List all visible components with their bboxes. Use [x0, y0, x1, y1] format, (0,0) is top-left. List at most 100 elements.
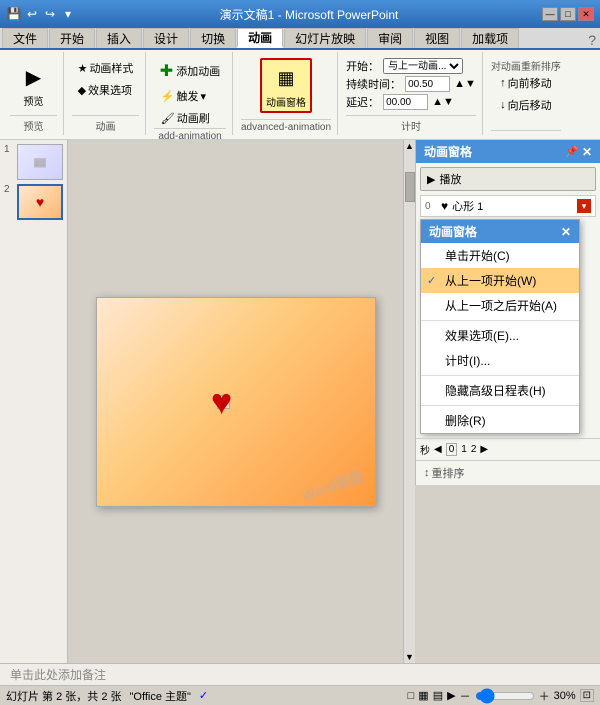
app-window: 💾 ↩ ↪ ▾ 演示文稿1 - Microsoft PowerPoint — □…	[0, 0, 600, 705]
slide-preview-1[interactable]: ▓▓	[17, 144, 63, 180]
reorder-title: 对动画重新排序	[491, 54, 561, 73]
slide-sorter-btn[interactable]: ▦	[418, 689, 428, 702]
content-area: 1 ▓▓ 2 ♥ 0 ♥ Word联盟	[0, 140, 600, 663]
ctx-item-timing[interactable]: 计时(I)...	[421, 348, 579, 373]
reading-view-btn[interactable]: ▤	[433, 689, 443, 702]
anim-item-dropdown-btn[interactable]: ▾	[577, 199, 591, 213]
tab-start[interactable]: 开始	[49, 28, 95, 48]
undo-quick-btn[interactable]: ↩	[24, 6, 40, 22]
add-animation-btn[interactable]: ✚ 添加动画	[157, 58, 223, 84]
arrow-left-icon[interactable]: ◀	[434, 444, 442, 455]
slide-canvas-area: 0 ♥ Word联盟	[68, 140, 403, 663]
tab-view[interactable]: 视图	[414, 28, 460, 48]
duration-input[interactable]	[405, 76, 450, 92]
ctx-label-with-prev: 从上一项开始(W)	[445, 272, 536, 289]
timing-delay-row: 延迟： ▲▼	[346, 94, 476, 110]
anim-panel-header: 动画窗格 📌 ✕	[416, 140, 600, 163]
anim-panel-close-btn[interactable]: ✕	[582, 145, 592, 159]
delay-input[interactable]	[383, 94, 428, 110]
view-controls: □ ▦ ▤ ▶ － ＋ 30% ⊡	[408, 688, 594, 704]
ribbon-group-animation: ★ 动画样式 ◆ 效果选项 动画	[66, 52, 146, 135]
tab-slideshow[interactable]: 幻灯片放映	[284, 28, 366, 48]
tab-design[interactable]: 设计	[143, 28, 189, 48]
scroll-up-btn[interactable]: ▲	[404, 140, 416, 152]
diamond-icon: ◆	[78, 84, 86, 97]
scrollbar-thumb[interactable]	[405, 172, 415, 202]
slide-thumb-2[interactable]: 2 ♥	[4, 184, 63, 220]
maximize-btn[interactable]: □	[560, 7, 576, 21]
help-btn[interactable]: ?	[588, 32, 596, 48]
move-earlier-btn[interactable]: ↑ 向前移动	[496, 73, 556, 93]
ctx-sep-2	[421, 375, 579, 376]
anim-style-btn[interactable]: ★ 动画样式	[74, 58, 138, 78]
fit-slide-btn[interactable]: ⊡	[580, 689, 594, 702]
slide-info: 幻灯片 第 2 张，共 2 张	[6, 688, 122, 704]
ctx-item-after-prev[interactable]: 从上一项之后开始(A)	[421, 293, 579, 318]
delay-label: 延迟：	[346, 94, 379, 110]
ctx-menu-title: 动画窗格	[429, 223, 477, 240]
vertical-scrollbar[interactable]: ▲ ▼	[403, 140, 415, 663]
effect-options-btn[interactable]: ◆ 效果选项	[74, 80, 138, 100]
arrow-right-icon[interactable]: ▶	[480, 444, 488, 455]
save-quick-btn[interactable]: 💾	[6, 6, 22, 22]
notes-placeholder[interactable]: 单击此处添加备注	[10, 666, 106, 683]
reorder-btn[interactable]: ↕ 重排序	[420, 464, 596, 482]
tab-insert[interactable]: 插入	[96, 28, 142, 48]
redo-quick-btn[interactable]: ↪	[42, 6, 58, 22]
anim-panel-body: ▶ 播放 0 ♥ 心形 1 ▾ 动画窗格 ✕	[416, 163, 600, 438]
slide-area: 0 ♥ Word联盟 ▲ ▼	[68, 140, 415, 663]
move-later-btn[interactable]: ↓ 向后移动	[496, 95, 556, 115]
slide-preview-2[interactable]: ♥	[17, 184, 63, 220]
ctx-item-delete[interactable]: 删除(R)	[421, 408, 579, 433]
zoom-slider[interactable]	[475, 690, 535, 702]
anim-item-row: 0 ♥ 心形 1 ▾	[420, 195, 596, 217]
slide-thumb-1[interactable]: 1 ▓▓	[4, 144, 63, 180]
anim-panel-pin-icon[interactable]: 📌	[565, 145, 579, 159]
theme-name: "Office 主题"	[130, 688, 191, 704]
tab-addins[interactable]: 加载项	[461, 28, 519, 48]
tab-animation[interactable]: 动画	[237, 28, 283, 48]
ctx-menu-header: 动画窗格 ✕	[421, 220, 579, 243]
anim-pane-btn[interactable]: ▦ 动画窗格	[260, 58, 312, 113]
sec-label: 秒	[420, 442, 430, 457]
slide-heart: ♥	[211, 381, 232, 423]
slide-canvas: 0 ♥ Word联盟	[96, 297, 376, 507]
ctx-label-timing: 计时(I)...	[445, 352, 490, 369]
ctx-close-btn[interactable]: ✕	[561, 225, 571, 239]
preview-group-label: 预览	[10, 115, 57, 133]
ctx-item-hide-schedule[interactable]: 隐藏高级日程表(H)	[421, 378, 579, 403]
ctx-label-after-prev: 从上一项之后开始(A)	[445, 297, 557, 314]
ctx-item-click-start[interactable]: 单击开始(C)	[421, 243, 579, 268]
reorder-label	[491, 130, 561, 133]
tab-review[interactable]: 审阅	[367, 28, 413, 48]
timing-duration-row: 持续时间： ▲▼	[346, 76, 476, 92]
ctx-item-effect-options[interactable]: 效果选项(E)...	[421, 323, 579, 348]
ctx-label-click-start: 单击开始(C)	[445, 247, 510, 264]
zoom-out-btn[interactable]: －	[460, 688, 471, 704]
play-icon: ▶	[427, 173, 435, 186]
preview-icon: ▶	[18, 61, 50, 93]
normal-view-btn[interactable]: □	[408, 690, 415, 702]
check-icon-2: ✓	[427, 274, 436, 287]
zoom-in-btn[interactable]: ＋	[539, 688, 550, 704]
trigger-btn[interactable]: ⚡ 触发 ▾	[157, 86, 210, 106]
anim-play-btn[interactable]: ▶ 播放	[420, 167, 596, 191]
duration-label: 持续时间：	[346, 76, 401, 92]
ctx-label-delete: 删除(R)	[445, 412, 486, 429]
start-select[interactable]: 与上一动画... 单击时 之后	[383, 58, 463, 74]
tab-file[interactable]: 文件	[2, 28, 48, 48]
anim-brush-btn[interactable]: 🖌 动画刷	[157, 108, 214, 128]
language-indicator: ✓	[199, 689, 208, 702]
dropdown-quick-btn[interactable]: ▾	[60, 6, 76, 22]
slideshow-btn[interactable]: ▶	[447, 689, 455, 702]
close-btn[interactable]: ✕	[578, 7, 594, 21]
tab-transitions[interactable]: 切换	[190, 28, 236, 48]
down-arrow-icon: ↓	[500, 99, 506, 111]
ribbon-group-preview: ▶ 预览 预览	[4, 52, 64, 135]
minimize-btn[interactable]: —	[542, 7, 558, 21]
preview-btn[interactable]: ▶ 预览	[13, 58, 55, 111]
scroll-down-btn[interactable]: ▼	[404, 651, 416, 663]
slide-num-1: 1	[4, 144, 14, 155]
ctx-item-with-prev[interactable]: ✓ 从上一项开始(W)	[421, 268, 579, 293]
timing-group-label: 计时	[346, 115, 476, 133]
